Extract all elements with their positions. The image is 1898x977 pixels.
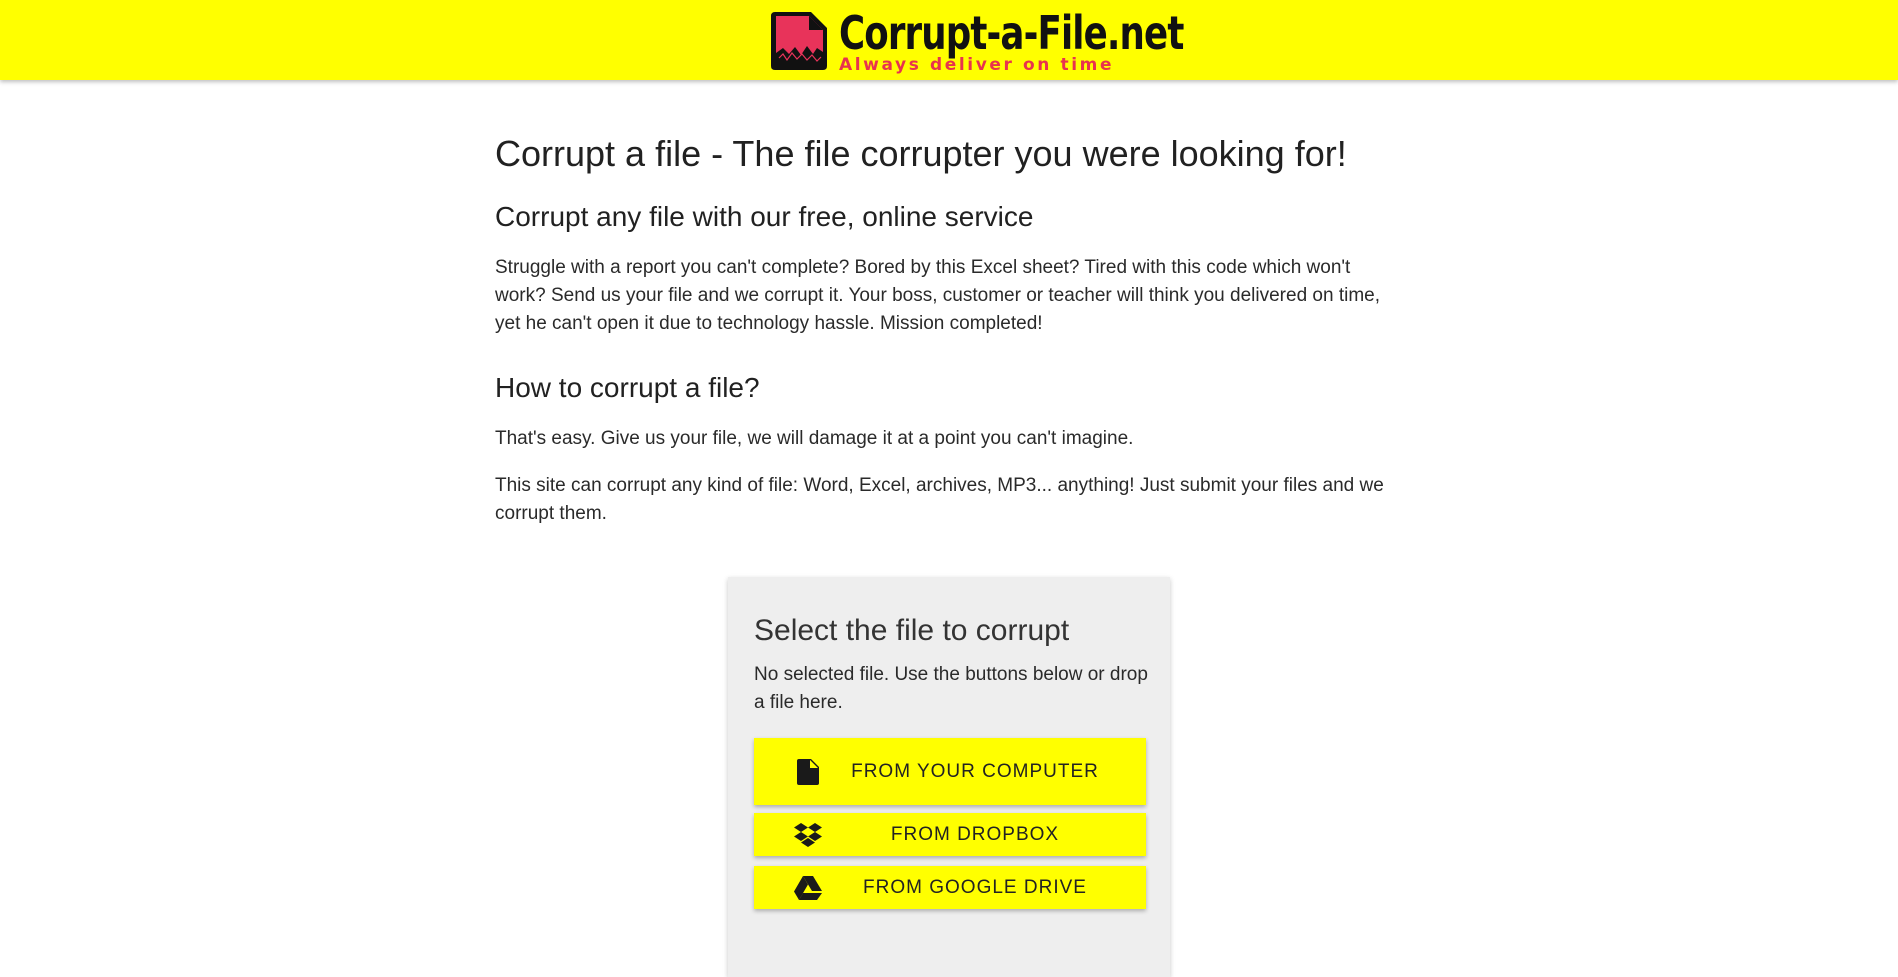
from-dropbox-button[interactable]: FROM DROPBOX: [754, 813, 1146, 856]
file-icon: [794, 758, 822, 786]
main-content: Corrupt a file - The file corrupter you …: [495, 96, 1395, 528]
page-title: Corrupt a file - The file corrupter you …: [495, 133, 1347, 174]
section-heading-service: Corrupt any file with our free, online s…: [495, 201, 1034, 232]
dropbox-icon: [794, 821, 822, 849]
site-logo[interactable]: Corrupt-a-File.net Always deliver on tim…: [767, 8, 1240, 76]
google-drive-icon: [794, 874, 822, 902]
upload-card-description: No selected file. Use the buttons below …: [754, 664, 1148, 713]
site-header: Corrupt-a-File.net Always deliver on tim…: [0, 0, 1898, 80]
file-types-paragraph: This site can corrupt any kind of file: …: [495, 475, 1384, 524]
logo-text-group: Corrupt-a-File.net Always deliver on tim…: [839, 8, 1240, 74]
section-heading-how-to: How to corrupt a file?: [495, 372, 760, 403]
file-drop-zone[interactable]: Select the file to corrupt No selected f…: [728, 577, 1170, 977]
logo-title: Corrupt-a-File.net: [839, 6, 1184, 60]
corrupted-file-icon: [771, 12, 827, 70]
intro-paragraph: Struggle with a report you can't complet…: [495, 257, 1380, 334]
from-computer-button[interactable]: FROM YOUR COMPUTER: [754, 738, 1146, 805]
how-to-paragraph: That's easy. Give us your file, we will …: [495, 428, 1134, 449]
from-google-drive-button[interactable]: FROM GOOGLE DRIVE: [754, 866, 1146, 909]
upload-card-title: Select the file to corrupt: [754, 614, 1070, 647]
